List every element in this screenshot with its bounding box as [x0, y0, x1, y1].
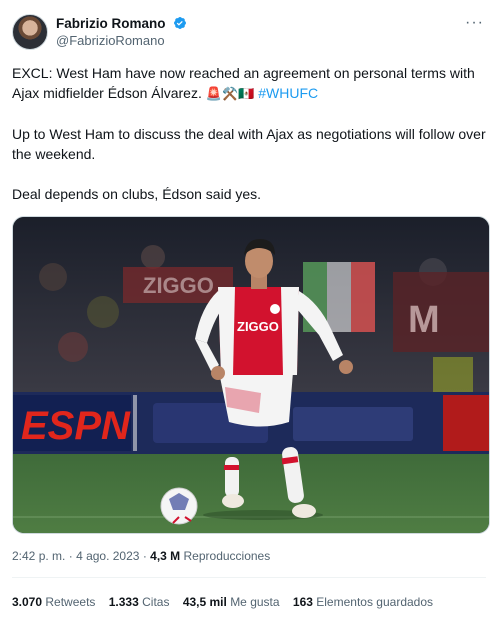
- views-count: 4,3 M: [150, 549, 181, 563]
- hashtag-link[interactable]: #WHUFC: [258, 85, 318, 101]
- retweets-count: 3.070: [12, 595, 43, 609]
- likes-label: Me gusta: [230, 595, 280, 609]
- tweet-paragraph-2: Up to West Ham to discuss the deal with …: [12, 126, 486, 162]
- divider-top: [12, 577, 486, 578]
- quotes-count: 1.333: [108, 595, 139, 609]
- tweet-photo[interactable]: ZIGGO M ESPN ZIGGO: [12, 216, 490, 534]
- tweet-paragraph-3: Deal depends on clubs, Édson said yes.: [12, 186, 262, 202]
- pitch: [13, 454, 489, 533]
- meta-separator-2: ·: [142, 549, 147, 563]
- author-display-name[interactable]: Fabrizio Romano: [56, 15, 187, 32]
- views-label: Reproducciones: [183, 549, 271, 563]
- retweets-stat[interactable]: 3.070 Retweets: [12, 595, 99, 609]
- football-player-photo: ZIGGO M ESPN ZIGGO: [13, 217, 489, 533]
- avatar[interactable]: [12, 14, 48, 50]
- tweet-text: EXCL: West Ham have now reached an agree…: [12, 63, 486, 224]
- svg-text:ZIGGO: ZIGGO: [237, 319, 279, 334]
- author-name-text[interactable]: Fabrizio Romano: [56, 16, 166, 31]
- tweet-paragraph-1: EXCL: West Ham have now reached an agree…: [12, 63, 486, 104]
- tweet-meta: 2:42 p. m. · 4 ago. 2023 · 4,3 M Reprodu…: [12, 549, 270, 563]
- tweet-time[interactable]: 2:42 p. m.: [12, 549, 65, 563]
- bookmarks-stat[interactable]: 163 Elementos guardados: [293, 595, 433, 609]
- tweet-date[interactable]: 4 ago. 2023: [76, 549, 139, 563]
- retweets-label: Retweets: [45, 595, 96, 609]
- espn-sponsor-text: ESPN: [21, 404, 131, 448]
- bookmarks-label: Elementos guardados: [316, 595, 434, 609]
- likes-stat[interactable]: 43,5 mil Me gusta: [183, 595, 283, 609]
- board-right-letter: M: [408, 299, 440, 341]
- bookmarks-count: 163: [292, 595, 313, 609]
- tweet-header: Fabrizio Romano @FabrizioRomano ···: [12, 14, 486, 50]
- author-handle[interactable]: @FabrizioRomano: [56, 32, 187, 49]
- meta-separator-1: ·: [68, 549, 73, 563]
- verified-badge-icon: [174, 17, 187, 29]
- quotes-label: Citas: [142, 595, 170, 609]
- banner-text: ZIGGO: [143, 273, 214, 298]
- engagement-stats: 3.070 Retweets 1.333 Citas 43,5 mil Me g…: [12, 595, 443, 609]
- quotes-stat[interactable]: 1.333 Citas: [109, 595, 173, 609]
- likes-count: 43,5 mil: [182, 595, 227, 609]
- more-options-icon[interactable]: ···: [465, 14, 484, 32]
- author-names: Fabrizio Romano @FabrizioRomano: [56, 15, 187, 49]
- tweet-emojis: 🚨⚒️🇲🇽: [205, 86, 255, 101]
